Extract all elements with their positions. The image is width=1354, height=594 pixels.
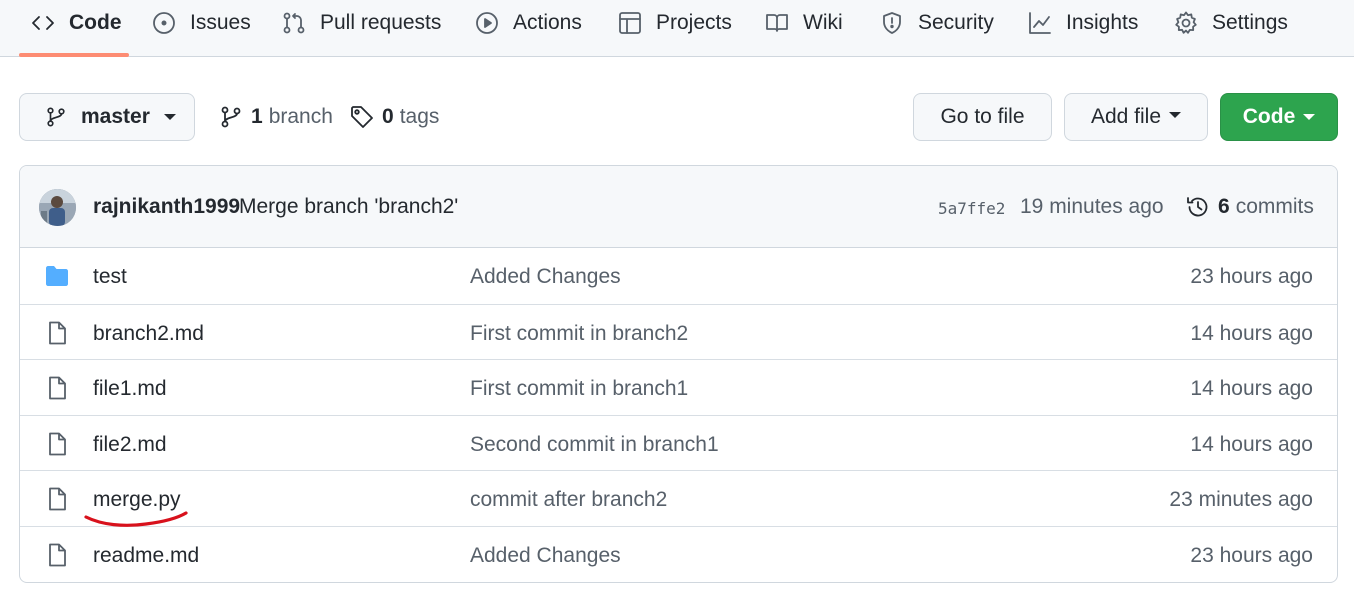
tab-security[interactable]: Security bbox=[880, 0, 994, 45]
branch-select-label: master bbox=[81, 105, 150, 128]
branch-count: 1 bbox=[251, 105, 263, 128]
file-updated-time: 14 hours ago bbox=[1190, 432, 1313, 456]
graph-icon bbox=[1028, 11, 1052, 35]
code-dropdown-button[interactable]: Code bbox=[1220, 93, 1338, 141]
file-name-link[interactable]: branch2.md bbox=[93, 322, 204, 346]
commits-history-link[interactable]: 6 commits bbox=[1186, 193, 1314, 221]
play-icon bbox=[475, 11, 499, 35]
shield-icon bbox=[880, 11, 904, 35]
repo-nav: Code Issues Pull requests Actions Projec… bbox=[0, 0, 1354, 57]
file-row[interactable]: file1.md First commit in branch1 14 hours … bbox=[20, 359, 1337, 415]
file-commit-message-link[interactable]: commit after branch2 bbox=[470, 488, 667, 512]
tab-security-label: Security bbox=[918, 10, 994, 34]
file-updated-time: 23 hours ago bbox=[1190, 544, 1313, 567]
add-file-label: Add file bbox=[1090, 105, 1162, 128]
chevron-down-icon bbox=[1169, 112, 1182, 118]
history-icon bbox=[1186, 195, 1218, 219]
commit-count: 6 bbox=[1218, 195, 1230, 218]
go-to-file-label: Go to file bbox=[940, 105, 1025, 128]
table-icon bbox=[618, 11, 642, 35]
tab-wiki-label: Wiki bbox=[803, 10, 843, 34]
branch-icon bbox=[45, 106, 67, 128]
commit-author[interactable]: rajnikanth1999 bbox=[93, 195, 240, 219]
code-button-label: Code bbox=[1242, 105, 1296, 128]
chevron-down-icon bbox=[1303, 114, 1316, 120]
file-name-link[interactable]: readme.md bbox=[93, 544, 199, 568]
file-row[interactable]: readme.md Added Changes 23 hours ago bbox=[20, 526, 1337, 582]
tab-pull-requests[interactable]: Pull requests bbox=[282, 0, 441, 45]
file-commit-message-link[interactable]: First commit in branch2 bbox=[470, 322, 688, 346]
file-row[interactable]: file2.md Second commit in branch1 14 hours… bbox=[20, 414, 1337, 471]
pull-request-icon bbox=[282, 11, 306, 35]
file-name-link[interactable]: file2.md bbox=[93, 433, 167, 457]
file-row[interactable]: merge.py commit after branch2 23 minutes a… bbox=[20, 470, 1337, 526]
file-icon bbox=[44, 431, 70, 457]
file-browser: rajnikanth1999 Merge branch 'branch2' 5a… bbox=[19, 165, 1338, 583]
tab-projects-label: Projects bbox=[656, 10, 732, 34]
book-icon bbox=[765, 11, 789, 35]
file-commit-message-link[interactable]: First commit in branch1 bbox=[470, 377, 688, 401]
tab-code-label: Code bbox=[69, 10, 122, 34]
tab-projects[interactable]: Projects bbox=[618, 0, 732, 45]
red-underline-annotation bbox=[84, 511, 188, 527]
file-icon bbox=[44, 542, 70, 568]
branches-link[interactable]: 1 branch bbox=[219, 103, 333, 131]
issue-circle-icon bbox=[152, 11, 176, 35]
tab-settings-label: Settings bbox=[1212, 10, 1288, 34]
tab-wiki[interactable]: Wiki bbox=[765, 0, 843, 45]
file-updated-time: 14 hours ago bbox=[1190, 321, 1313, 345]
tag-count: 0 bbox=[382, 105, 394, 128]
file-icon bbox=[44, 320, 70, 346]
commit-time: 19 minutes ago bbox=[1020, 195, 1164, 218]
file-commit-message-link[interactable]: Added Changes bbox=[470, 265, 621, 289]
go-to-file-button[interactable]: Go to file bbox=[913, 93, 1052, 141]
file-name-link[interactable]: file1.md bbox=[93, 377, 167, 401]
commit-message[interactable]: Merge branch 'branch2' bbox=[239, 195, 458, 219]
tab-pull-requests-label: Pull requests bbox=[320, 10, 442, 34]
tab-insights-label: Insights bbox=[1066, 10, 1139, 34]
file-commit-message-link[interactable]: Added Changes bbox=[470, 544, 621, 568]
add-file-button[interactable]: Add file bbox=[1064, 93, 1208, 141]
branch-word: branch bbox=[268, 105, 333, 128]
file-updated-time: 23 minutes ago bbox=[1169, 488, 1313, 512]
avatar[interactable] bbox=[39, 189, 76, 226]
file-name-link[interactable]: merge.py bbox=[93, 488, 181, 512]
chevron-down-icon bbox=[163, 114, 176, 120]
tag-word: tags bbox=[399, 105, 440, 128]
tab-actions-label: Actions bbox=[513, 10, 582, 34]
folder-icon bbox=[44, 263, 70, 289]
tab-issues-label: Issues bbox=[190, 10, 251, 34]
tags-link[interactable]: 0 tags bbox=[350, 103, 439, 131]
file-icon bbox=[44, 375, 70, 401]
latest-commit-bar: rajnikanth1999 Merge branch 'branch2' 5a… bbox=[20, 166, 1337, 248]
file-row[interactable]: branch2.md First commit in branch2 14 hour… bbox=[20, 303, 1337, 360]
file-icon bbox=[44, 486, 70, 512]
file-updated-time: 23 hours ago bbox=[1190, 265, 1313, 288]
file-row[interactable]: test Added Changes 23 hours ago bbox=[20, 248, 1337, 304]
tag-icon bbox=[350, 105, 382, 129]
commit-sha[interactable]: 5a7ffe2 bbox=[938, 199, 1005, 218]
gear-icon bbox=[1174, 11, 1198, 35]
file-commit-message-link[interactable]: Second commit in branch1 bbox=[470, 433, 719, 457]
file-name-link[interactable]: test bbox=[93, 265, 127, 289]
tab-code[interactable]: Code bbox=[31, 0, 122, 45]
code-icon bbox=[31, 11, 55, 35]
tab-insights[interactable]: Insights bbox=[1028, 0, 1138, 45]
active-tab-underline bbox=[19, 53, 129, 57]
file-updated-time: 14 hours ago bbox=[1190, 377, 1313, 401]
branch-select-button[interactable]: master bbox=[19, 93, 195, 141]
tab-settings[interactable]: Settings bbox=[1174, 0, 1288, 45]
commit-word: commits bbox=[1235, 195, 1314, 218]
tab-issues[interactable]: Issues bbox=[152, 0, 251, 45]
tab-actions[interactable]: Actions bbox=[475, 0, 582, 45]
branch-icon bbox=[219, 105, 251, 129]
